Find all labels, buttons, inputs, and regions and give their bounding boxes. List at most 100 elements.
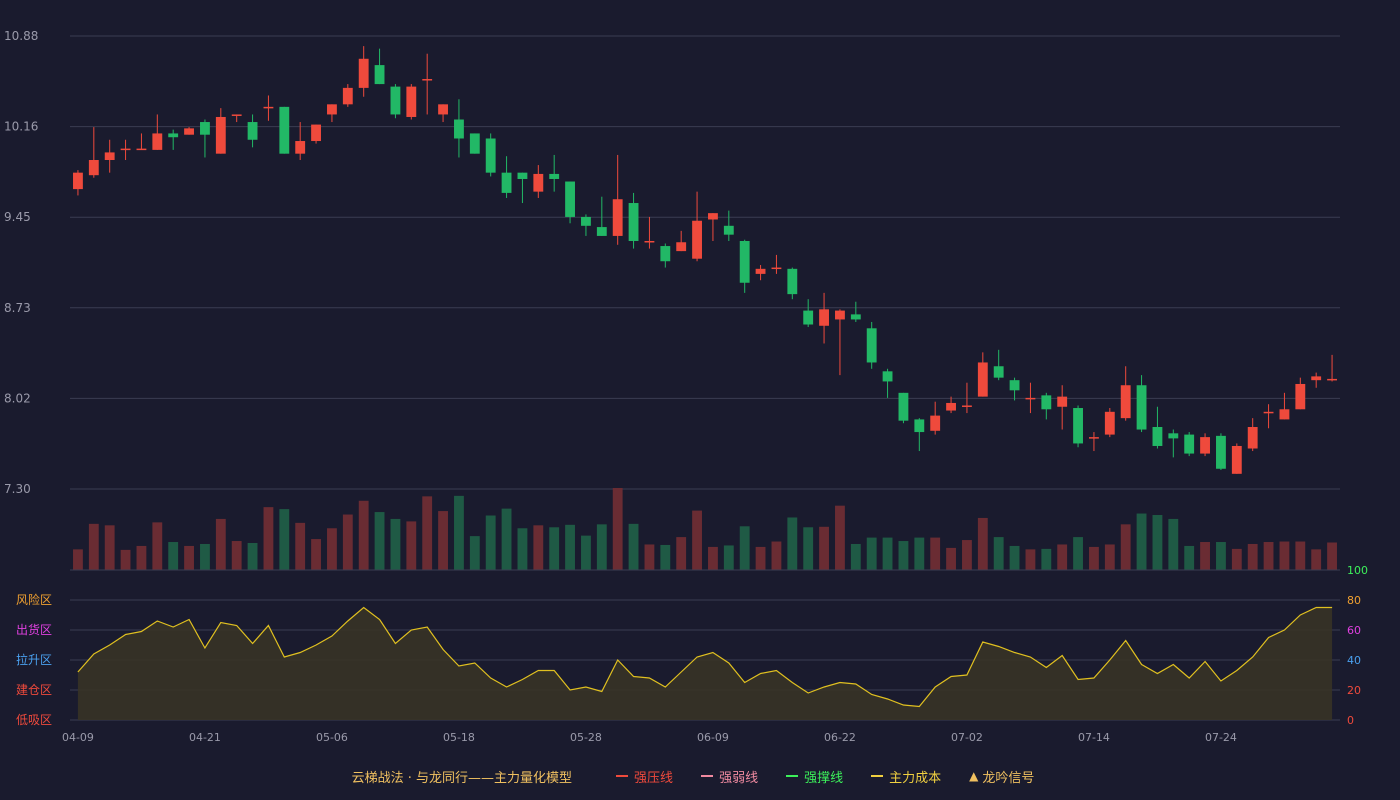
volume-bar: [104, 525, 115, 570]
volume-bar: [819, 526, 829, 570]
candle-body: [882, 371, 893, 382]
legend-label: 强撑线: [804, 770, 844, 786]
candle-body: [565, 181, 575, 217]
volume-bar: [1311, 549, 1322, 570]
candle-body: [454, 119, 464, 139]
x-tick-label: 06-22: [824, 731, 856, 744]
volume-bar: [533, 525, 544, 570]
price-tick-label: 8.02: [4, 391, 31, 405]
candle-body: [200, 122, 210, 135]
candle-body: [1200, 437, 1210, 454]
candle-body: [660, 246, 671, 262]
volume-bar: [1279, 541, 1290, 570]
volume-bar: [342, 514, 353, 570]
volume-bar: [1295, 541, 1306, 570]
volume-bar: [1152, 515, 1163, 570]
legend-item-strong-support[interactable]: 强撑线: [786, 767, 843, 786]
candle-body: [993, 366, 1004, 378]
candle-body: [184, 128, 194, 135]
candle-body: [930, 415, 941, 431]
volume-bar: [692, 510, 702, 570]
candle-body: [485, 138, 496, 173]
candle-body: [914, 419, 925, 433]
volume-bar: [835, 505, 845, 570]
volume-bar: [120, 549, 131, 570]
volume-bar: [771, 541, 782, 570]
price-tick-label: 10.88: [4, 29, 38, 43]
volume-bar: [676, 537, 687, 570]
price-tick-label: 7.30: [4, 482, 31, 496]
candle-body: [596, 227, 607, 236]
osc-zone-label: 低吸区: [16, 713, 52, 727]
volume-bar: [581, 535, 591, 570]
volume-bar: [295, 522, 306, 570]
volume-bar: [1168, 518, 1179, 570]
candle-body: [136, 148, 147, 151]
candle-body: [771, 267, 782, 270]
candle-body: [73, 172, 83, 190]
x-tick-label: 05-28: [570, 731, 602, 744]
candle-body: [1089, 437, 1099, 439]
volume-bar: [152, 522, 163, 570]
candle-body: [295, 141, 306, 154]
volume-bar: [1136, 513, 1147, 570]
candle-body: [612, 199, 623, 236]
osc-tick-label: 100: [1347, 564, 1368, 577]
legend-swatch-strength-line: [701, 775, 714, 777]
candle-body: [152, 133, 163, 150]
volume-bar: [1025, 549, 1036, 570]
volume-bar: [374, 512, 385, 570]
candle-body: [1247, 426, 1258, 449]
candle-body: [676, 242, 687, 252]
candle-body: [1104, 411, 1115, 435]
volume-bar: [1041, 548, 1052, 570]
volume-bar: [1120, 524, 1131, 570]
volume-bar: [612, 488, 623, 570]
legend-item-dragon-signal[interactable]: ▲ 龙吟信号: [969, 767, 1034, 786]
legend-label: 龙吟信号: [982, 770, 1035, 786]
volume-bar: [327, 528, 337, 570]
osc-zone-label: 出货区: [16, 622, 52, 637]
volume-bar: [866, 537, 877, 570]
candle-body: [231, 114, 242, 116]
price-tick-label: 10.16: [4, 120, 38, 134]
volume-bar: [517, 528, 528, 570]
osc-zone-label: 建仓区: [16, 683, 52, 697]
candle-body: [962, 405, 972, 407]
legend-swatch-main-cost: [871, 775, 884, 777]
volume-bar: [73, 549, 83, 570]
candle-body: [1311, 376, 1322, 381]
x-tick-label: 06-09: [697, 731, 729, 744]
legend: 云梯战法 · 与龙同行——主力量化模型 强压线 强弱线 强撑线 主力成本 ▲ 龙…: [0, 764, 1400, 788]
volume-bar: [247, 542, 258, 570]
legend-title: 云梯战法 · 与龙同行——主力量化模型: [351, 770, 573, 786]
volume-bar: [1057, 544, 1068, 570]
volume-bar: [565, 524, 575, 570]
candle-body: [88, 160, 99, 176]
candle-body: [1057, 396, 1068, 407]
candle-body: [803, 310, 814, 325]
osc-zone-label: 拉升区: [16, 652, 52, 667]
candle-body: [327, 104, 337, 115]
legend-item-strength-line[interactable]: 强弱线: [701, 767, 758, 786]
candle-body: [215, 116, 226, 154]
volume-bar: [501, 508, 512, 570]
candle-body: [819, 309, 829, 326]
candle-body: [1295, 383, 1306, 410]
volume-bar: [596, 524, 607, 570]
x-tick-label: 07-14: [1078, 731, 1110, 744]
candle-body: [977, 362, 988, 397]
x-tick-label: 04-09: [62, 731, 94, 744]
candle-body: [898, 392, 909, 421]
candle-body: [866, 328, 877, 363]
candle-body: [644, 240, 655, 243]
volume-bar: [1104, 544, 1115, 570]
price-tick-label: 9.45: [4, 210, 31, 224]
legend-item-main-cost[interactable]: 主力成本: [871, 767, 941, 786]
volume-bar: [469, 536, 480, 570]
legend-item-strong-pressure[interactable]: 强压线: [616, 767, 673, 786]
volume-bar: [263, 507, 274, 570]
x-tick-label: 04-21: [189, 731, 221, 744]
candle-body: [850, 314, 861, 320]
triangle-icon: ▲: [969, 769, 979, 783]
